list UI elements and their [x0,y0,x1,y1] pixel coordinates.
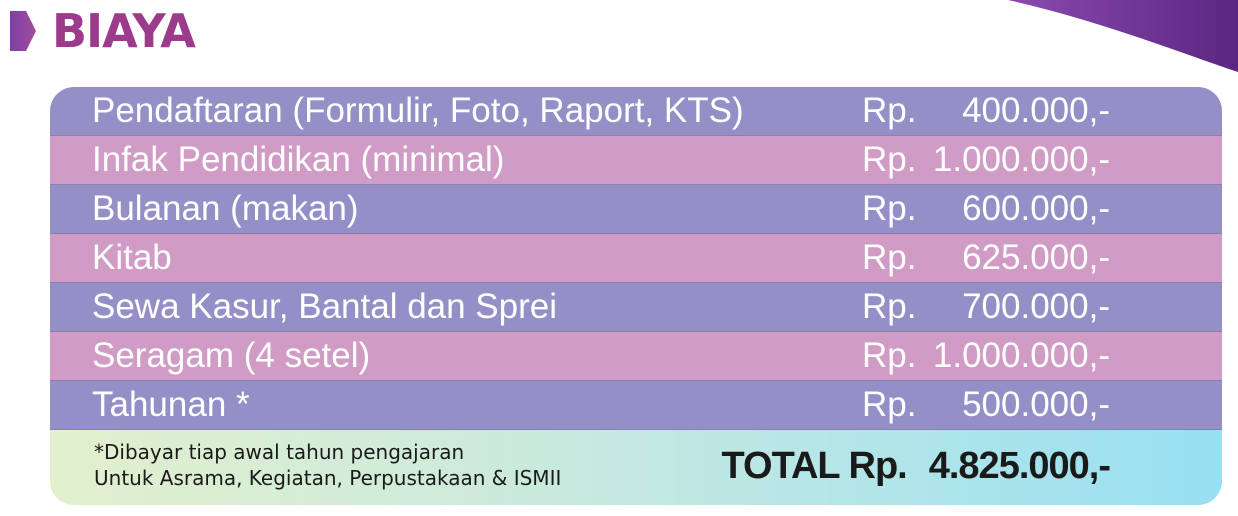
fee-amount: 400.000,- [962,91,1110,130]
total-value: TOTAL Rp. 4.825.000,- [721,444,1111,488]
table-row: Sewa Kasur, Bantal dan Sprei Rp. 700.000… [50,283,1222,332]
currency-label: Rp. [862,91,917,130]
arrow-marker-icon [10,11,36,51]
fee-label: Tahunan * [92,385,250,424]
fee-amount: 600.000,- [962,189,1110,228]
table-row: Seragam (4 setel) Rp. 1.000.000,- [50,332,1222,381]
currency-label: Rp. [862,385,917,424]
table-row: Tahunan * Rp. 500.000,- [50,381,1222,430]
fee-label: Pendaftaran (Formulir, Foto, Raport, KTS… [92,91,744,130]
table-row: Pendaftaran (Formulir, Foto, Raport, KTS… [50,87,1222,136]
fee-amount: 625.000,- [962,238,1110,277]
footnote-line: Untuk Asrama, Kegiatan, Perpustakaan & I… [94,466,562,490]
fee-amount: 1.000.000,- [932,336,1110,375]
currency-label: Rp. [862,140,917,179]
total-amount: 4.825.000,- [928,445,1111,487]
fee-label: Kitab [92,238,172,277]
footnote: *Dibayar tiap awal tahun pengajaran Untu… [94,439,561,491]
fee-amount: 1.000.000,- [932,140,1110,179]
total-row: *Dibayar tiap awal tahun pengajaran Untu… [50,430,1222,505]
fee-amount: 500.000,- [962,385,1110,424]
currency-label: Rp. [862,287,917,326]
table-row: Bulanan (makan) Rp. 600.000,- [50,185,1222,234]
total-label: TOTAL Rp. [721,445,908,487]
page-title: BIAYA [52,4,196,58]
table-row: Infak Pendidikan (minimal) Rp. 1.000.000… [50,136,1222,185]
currency-label: Rp. [862,238,917,277]
fee-table: Pendaftaran (Formulir, Foto, Raport, KTS… [50,87,1222,505]
footnote-line: *Dibayar tiap awal tahun pengajaran [94,440,465,464]
table-row: Kitab Rp. 625.000,- [50,234,1222,283]
fee-amount: 700.000,- [962,287,1110,326]
currency-label: Rp. [862,189,917,228]
currency-label: Rp. [862,336,917,375]
fee-label: Sewa Kasur, Bantal dan Sprei [92,287,558,326]
fee-label: Infak Pendidikan (minimal) [92,140,505,179]
section-header: BIAYA [8,4,196,58]
corner-swoosh-decoration [1008,0,1238,72]
fee-label: Bulanan (makan) [92,189,359,228]
fee-label: Seragam (4 setel) [92,336,371,375]
